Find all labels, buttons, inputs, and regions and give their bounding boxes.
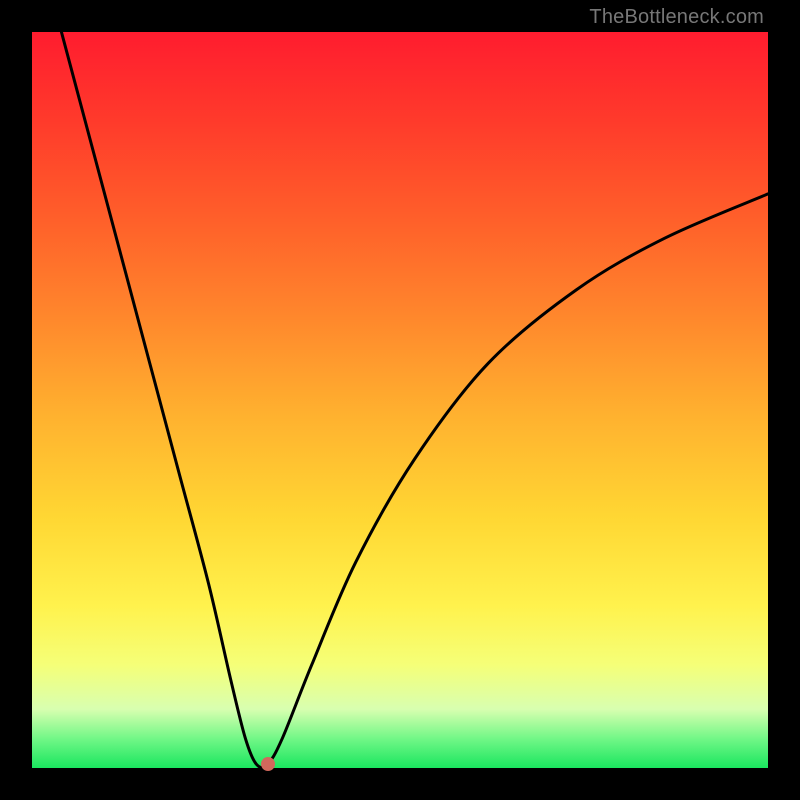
minimum-marker-dot <box>261 757 275 771</box>
bottleneck-curve <box>32 32 768 768</box>
chart-plot-area <box>32 32 768 768</box>
chart-outer-frame: TheBottleneck.com <box>0 0 800 800</box>
watermark-text: TheBottleneck.com <box>589 6 764 29</box>
